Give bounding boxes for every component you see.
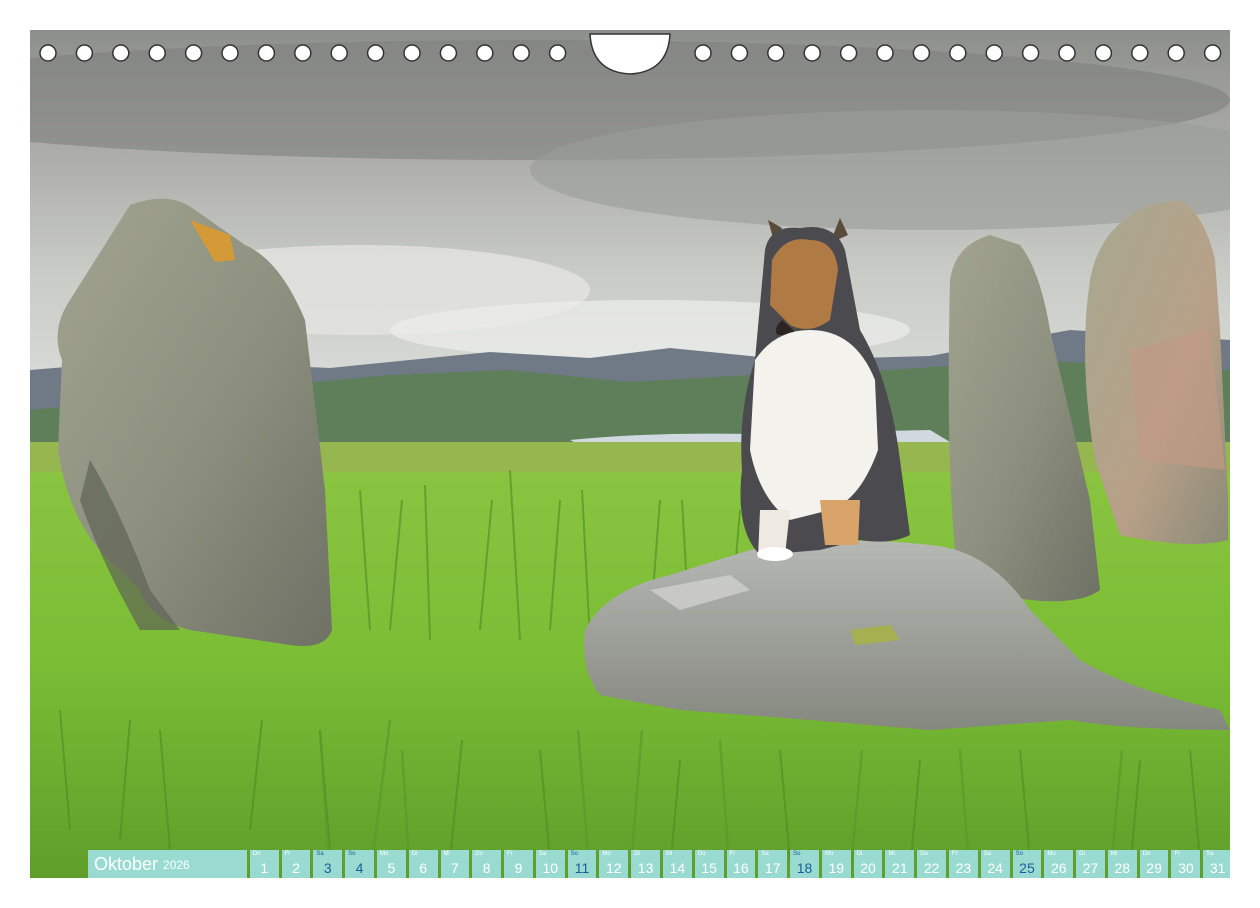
day-cell: Mi 14	[662, 850, 692, 878]
day-number: 18	[796, 860, 813, 876]
day-weekday: So	[570, 851, 578, 857]
day-weekday: So	[1015, 851, 1023, 857]
day-number: 9	[514, 860, 523, 876]
day-weekday: Fr	[1174, 851, 1181, 857]
day-number: 31	[1209, 860, 1226, 876]
day-cell: Di 27	[1076, 850, 1105, 878]
day-number: 12	[606, 860, 622, 876]
day-weekday: Mi	[1110, 851, 1118, 857]
day-weekday: Mo	[602, 851, 611, 857]
day-number: 3	[323, 860, 332, 876]
day-number: 4	[355, 860, 364, 876]
day-number: 5	[387, 860, 396, 876]
day-weekday: Do	[1142, 851, 1151, 857]
day-weekday: Fr	[284, 851, 291, 857]
day-number: 16	[733, 860, 749, 876]
month-name: Oktober	[94, 854, 159, 874]
day-cell: Di 6	[408, 850, 438, 878]
day-number: 30	[1178, 860, 1194, 876]
day-weekday: Di	[411, 851, 418, 857]
day-number: 11	[574, 860, 590, 876]
day-number: 2	[292, 860, 300, 876]
day-cell: So 4	[345, 850, 374, 878]
day-cell: Fr 16	[726, 850, 756, 878]
day-weekday: Sa	[761, 851, 769, 857]
day-cell: Fr 30	[1171, 850, 1201, 878]
day-cell: Sa 17	[758, 850, 788, 878]
day-number: 19	[828, 860, 845, 876]
day-number: 15	[701, 860, 717, 876]
day-cell: Do 15	[694, 850, 724, 878]
day-cell: So 18	[790, 850, 819, 878]
day-cell: Fr 2	[281, 850, 311, 878]
day-weekday: So	[793, 851, 801, 857]
day-number: 21	[892, 860, 908, 876]
day-cell: Sa 24	[980, 850, 1010, 878]
day-cell: Sa 3	[313, 850, 343, 878]
day-cell: Fr 23	[949, 850, 978, 878]
day-weekday: Sa	[1206, 851, 1214, 857]
day-weekday: Di	[634, 851, 640, 857]
day-number: 8	[482, 860, 491, 876]
day-cell: Mo 12	[599, 850, 629, 878]
day-cell: Mi 7	[440, 850, 470, 878]
day-weekday: Do	[252, 851, 261, 857]
day-number: 17	[764, 860, 781, 876]
calendar-day-bar: Oktober 2026 Do 1 Fr 2 Sa 3 So 4 Mo 5 Di 6 Mi 7 Do 8 Fr 9…	[88, 850, 1230, 878]
day-weekday: Do	[697, 851, 706, 857]
day-number: 22	[923, 860, 940, 876]
day-weekday: Mo	[824, 851, 834, 857]
day-weekday: Sa	[316, 851, 324, 857]
day-weekday: Di	[856, 851, 863, 857]
day-cell: Mo 26	[1044, 850, 1074, 878]
day-number: 14	[669, 860, 686, 876]
day-number: 13	[637, 860, 654, 876]
day-weekday: Do	[475, 851, 483, 857]
day-weekday: Fr	[507, 851, 513, 857]
day-number: 20	[860, 860, 876, 876]
day-weekday: Mo	[1047, 851, 1056, 857]
day-weekday: Mi	[443, 851, 450, 857]
day-number: 29	[1146, 860, 1162, 876]
day-weekday: Mi	[888, 851, 895, 857]
day-cell: Mo 5	[376, 850, 406, 878]
month-year: 2026	[163, 857, 190, 872]
day-number: 24	[987, 860, 1003, 876]
day-number: 25	[1019, 860, 1035, 876]
day-weekday: Fr	[729, 851, 736, 857]
day-cell: Fr 9	[504, 850, 533, 878]
day-cell: So 11	[567, 850, 597, 878]
day-weekday: Sa	[983, 851, 992, 857]
day-weekday: Sa	[538, 851, 547, 857]
day-weekday: Di	[1079, 851, 1085, 857]
day-weekday: Do	[920, 851, 928, 857]
day-cell: Sa 10	[535, 850, 565, 878]
day-weekday: Fr	[952, 851, 958, 857]
day-number: 27	[1082, 860, 1099, 876]
day-weekday: Mi	[665, 851, 673, 857]
day-cell: Mo 19	[821, 850, 851, 878]
day-cell: Mi 28	[1107, 850, 1137, 878]
day-weekday: Mo	[379, 851, 389, 857]
day-number: 28	[1114, 860, 1131, 876]
day-number: 7	[451, 860, 459, 876]
month-label: Oktober 2026	[88, 850, 247, 878]
day-number: 26	[1050, 860, 1067, 876]
day-cell: Do 22	[917, 850, 947, 878]
day-weekday: So	[348, 851, 356, 857]
day-number: 6	[419, 860, 428, 876]
day-cell: Di 20	[853, 850, 883, 878]
day-number: 1	[260, 860, 269, 876]
calendar-page: Oktober 2026 Do 1 Fr 2 Sa 3 So 4 Mo 5 Di 6 Mi 7 Do 8 Fr 9…	[30, 30, 1230, 878]
day-cell: So 25	[1012, 850, 1042, 878]
day-number: 23	[955, 860, 972, 876]
day-cell: Sa 31	[1203, 850, 1230, 878]
day-cell: Do 8	[472, 850, 502, 878]
day-number: 10	[542, 860, 559, 876]
photo-collie-standing-stones	[30, 30, 1230, 878]
day-cell: Do 1	[249, 850, 279, 878]
day-cell: Di 13	[631, 850, 660, 878]
day-cell: Do 29	[1139, 850, 1169, 878]
day-cell: Mi 21	[885, 850, 915, 878]
